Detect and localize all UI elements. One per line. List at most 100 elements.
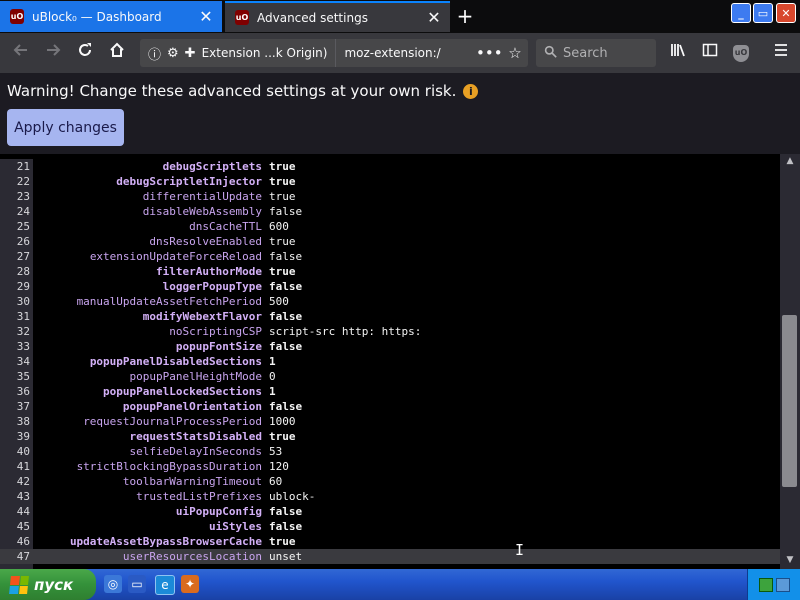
menu-button[interactable] [769, 41, 793, 65]
scrollbar-thumb[interactable] [782, 315, 797, 487]
setting-value[interactable]: 53 [269, 444, 282, 459]
setting-row[interactable]: 46 updateAssetBypassBrowserCache true [0, 534, 780, 549]
setting-row[interactable]: 29 loggerPopupType false [0, 279, 780, 294]
setting-value[interactable]: true [269, 234, 296, 249]
setting-row[interactable]: 28 filterAuthorMode true [0, 264, 780, 279]
setting-row[interactable]: 33 popupFontSize false [0, 339, 780, 354]
line-number: 34 [16, 355, 30, 368]
setting-row[interactable]: 37 popupPanelOrientation false [0, 399, 780, 414]
ie-icon[interactable]: e [155, 575, 175, 595]
setting-value[interactable]: false [269, 504, 302, 519]
setting-value[interactable]: 500 [269, 294, 289, 309]
setting-value[interactable]: false [269, 279, 302, 294]
close-tab-icon[interactable]: ✕ [196, 7, 216, 26]
setting-value[interactable]: false [269, 309, 302, 324]
setting-row[interactable]: 41 strictBlockingBypassDuration 120 [0, 459, 780, 474]
setting-row[interactable]: 39 requestStatsDisabled true [0, 429, 780, 444]
extension-puzzle-icon: ✚ [184, 45, 196, 61]
setting-value[interactable]: true [269, 189, 296, 204]
setting-value[interactable]: false [269, 399, 302, 414]
setting-value[interactable]: ublock- [269, 489, 315, 504]
desktop-icon[interactable]: ▭ [128, 575, 146, 593]
sidebar-button[interactable] [698, 41, 722, 65]
start-button[interactable]: пуск [0, 569, 96, 600]
setting-row[interactable]: 44 uiPopupConfig false [0, 504, 780, 519]
site-identity[interactable]: ⓘ ⚙ ✚ Extension ...k Origin) [140, 39, 337, 67]
setting-row[interactable]: 34 popupPanelDisabledSections 1 [0, 354, 780, 369]
scroll-up-arrow-icon[interactable]: ▲ [780, 156, 800, 166]
setting-row[interactable]: 42 toolbarWarningTimeout 60 [0, 474, 780, 489]
setting-value[interactable]: 1000 [269, 414, 296, 429]
new-tab-button[interactable]: + [452, 4, 478, 30]
setting-value[interactable]: true [269, 159, 296, 174]
library-button[interactable] [666, 41, 690, 65]
setting-row[interactable]: 36 popupPanelLockedSections 1 [0, 384, 780, 399]
setting-row[interactable]: 25 dnsCacheTTL 600 [0, 219, 780, 234]
line-number: 42 [16, 475, 30, 488]
setting-row[interactable]: 45 uiStyles false [0, 519, 780, 534]
bookmark-star-icon[interactable]: ☆ [502, 44, 528, 62]
setting-row[interactable]: 30 manualUpdateAssetFetchPeriod 500 [0, 294, 780, 309]
line-number: 38 [16, 415, 30, 428]
scroll-down-arrow-icon[interactable]: ▼ [780, 555, 800, 565]
reload-button[interactable] [72, 41, 98, 65]
apply-changes-button[interactable]: Apply changes [7, 109, 124, 146]
setting-value[interactable]: false [269, 339, 302, 354]
explorer-icon[interactable]: ◎ [104, 575, 122, 593]
setting-value[interactable]: 1 [269, 384, 276, 399]
setting-name: debugScriptlets [162, 160, 262, 173]
setting-row[interactable]: 22 debugScriptletInjector true [0, 174, 780, 189]
setting-value[interactable]: unset [269, 549, 302, 564]
setting-row[interactable]: 40 selfieDelayInSeconds 53 [0, 444, 780, 459]
setting-value[interactable]: true [269, 264, 296, 279]
back-button[interactable] [8, 41, 34, 65]
page-actions-icon[interactable]: ••• [476, 44, 503, 62]
url-bar[interactable]: ⓘ ⚙ ✚ Extension ...k Origin) moz-extensi… [140, 39, 528, 67]
address-text[interactable]: moz-extension:/ [336, 46, 476, 60]
forward-button[interactable] [40, 41, 66, 65]
editor-scrollbar[interactable]: ▲ ▼ [780, 154, 800, 569]
setting-value[interactable]: 120 [269, 459, 289, 474]
setting-value[interactable]: 0 [269, 369, 276, 384]
setting-value[interactable]: script-src http: https: [269, 324, 421, 339]
identity-label: Extension ...k Origin) [201, 46, 328, 60]
setting-row[interactable]: 47 userResourcesLocation unset [0, 549, 780, 564]
line-number: 25 [16, 220, 30, 233]
close-window-button[interactable]: ✕ [776, 3, 796, 23]
tab-ublock-dashboard[interactable]: uO uBlock₀ — Dashboard ✕ [0, 1, 222, 32]
setting-row[interactable]: 32 noScriptingCSP script-src http: https: [0, 324, 780, 339]
setting-value[interactable]: false [269, 249, 302, 264]
tab-advanced-settings[interactable]: uO Advanced settings ✕ [225, 1, 450, 32]
setting-row[interactable]: 27 extensionUpdateForceReload false [0, 249, 780, 264]
search-box[interactable]: Search [536, 39, 656, 67]
setting-value[interactable]: true [269, 174, 296, 189]
permissions-icon: ⚙ [167, 45, 179, 61]
line-number: 40 [16, 445, 30, 458]
close-tab-icon[interactable]: ✕ [424, 8, 444, 27]
setting-row[interactable]: 31 modifyWebextFlavor false [0, 309, 780, 324]
firefox-icon[interactable]: ✦ [181, 575, 199, 593]
setting-value[interactable]: 1 [269, 354, 276, 369]
setting-row[interactable]: 21 debugScriptlets true [0, 159, 780, 174]
setting-row[interactable]: 35 popupPanelHeightMode 0 [0, 369, 780, 384]
info-icon[interactable]: i [463, 83, 479, 99]
setting-value[interactable]: true [269, 534, 296, 549]
line-number: 26 [16, 235, 30, 248]
setting-row[interactable]: 26 dnsResolveEnabled true [0, 234, 780, 249]
setting-row[interactable]: 23 differentialUpdate true [0, 189, 780, 204]
setting-row[interactable]: 24 disableWebAssembly false [0, 204, 780, 219]
setting-value[interactable]: true [269, 429, 296, 444]
advanced-settings-editor[interactable]: 21 debugScriptlets true 22 debugScriptletInj… [0, 154, 800, 569]
setting-value[interactable]: false [269, 519, 302, 534]
setting-value[interactable]: 600 [269, 219, 289, 234]
setting-value[interactable]: false [269, 204, 302, 219]
tray-network-icon[interactable] [776, 578, 790, 592]
ublock-toolbar-icon[interactable]: uO [733, 45, 749, 62]
setting-value[interactable]: 60 [269, 474, 282, 489]
setting-row[interactable]: 43 trustedListPrefixes ublock- [0, 489, 780, 504]
setting-row[interactable]: 38 requestJournalProcessPeriod 1000 [0, 414, 780, 429]
home-button[interactable] [104, 41, 130, 65]
tray-status-icon[interactable] [759, 578, 773, 592]
minimize-button[interactable]: _ [731, 3, 751, 23]
maximize-button[interactable]: ▭ [753, 3, 773, 23]
